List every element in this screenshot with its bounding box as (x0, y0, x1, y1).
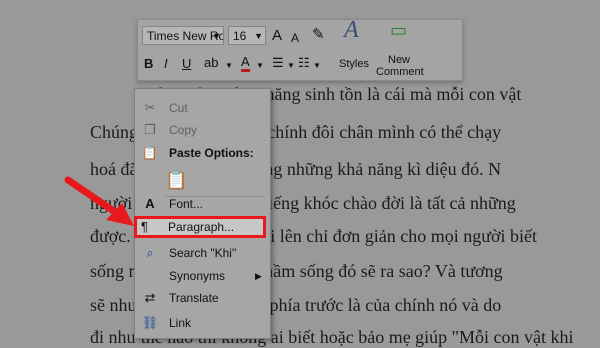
link-icon: ⛓ (141, 315, 159, 330)
paragraph-icon: ¶ (141, 219, 148, 234)
chevron-down-icon[interactable]: ▼ (256, 58, 264, 74)
menu-item-synonyms[interactable]: Synonyms ▶ (135, 265, 270, 287)
copy-icon: ❐ (144, 122, 156, 137)
menu-item-cut[interactable]: ✂ Cut (135, 97, 270, 119)
scissors-icon: ✂ (144, 100, 156, 115)
font-size-value: 16 (233, 29, 247, 43)
highlight-icon[interactable]: ab (204, 55, 218, 71)
chevron-down-icon[interactable]: ▼ (313, 58, 321, 74)
menu-item-search[interactable]: ⌕ Search "Khi" (135, 242, 270, 264)
chevron-down-icon[interactable]: ▼ (225, 58, 233, 74)
translate-icon: ⇄ (144, 290, 156, 305)
font-name-combo[interactable]: Times New Ro ▼ (142, 26, 224, 45)
chevron-down-icon: ▼ (212, 31, 221, 41)
clipboard-icon: 📋 (141, 145, 159, 160)
numbering-icon[interactable]: ☷ (298, 55, 310, 71)
red-arrow-icon (64, 176, 134, 226)
underline-button[interactable]: U (182, 56, 191, 72)
menu-item-font[interactable]: A Font... (135, 193, 270, 215)
bold-button[interactable]: B (144, 56, 153, 72)
search-icon: ⌕ (146, 245, 154, 260)
mini-toolbar: Times New Ro ▼ 16 ▼ A A ✎ A Styles ▭ New… (137, 18, 463, 81)
format-painter-icon[interactable]: ✎ (312, 27, 325, 43)
paste-options-header: 📋 Paste Options: (135, 142, 270, 164)
new-comment-icon[interactable]: ▭ (390, 21, 407, 39)
menu-item-translate[interactable]: ⇄ Translate (135, 287, 270, 309)
clipboard-icon: 📋 (165, 170, 188, 190)
italic-button[interactable]: I (164, 56, 168, 72)
styles-label[interactable]: Styles (339, 56, 369, 72)
font-color-button[interactable]: A (241, 55, 250, 72)
context-menu: ✂ Cut ❐ Copy 📋 Paste Options: 📋 A Font..… (134, 88, 271, 339)
styles-icon[interactable]: A (344, 18, 359, 42)
chevron-down-icon[interactable]: ▼ (287, 58, 295, 74)
font-icon: A (145, 196, 155, 211)
bullets-icon[interactable]: ☰ (272, 55, 284, 71)
shrink-font-button[interactable]: A (291, 30, 299, 46)
font-size-combo[interactable]: 16 ▼ (228, 26, 266, 45)
paste-keep-text-only-button[interactable]: 📋 (163, 167, 189, 193)
new-comment-line2[interactable]: Comment (376, 64, 424, 80)
menu-item-link[interactable]: ⛓ Link (135, 312, 270, 334)
chevron-right-icon: ▶ (255, 271, 262, 281)
highlighted-paragraph-label: Paragraph... (168, 220, 235, 234)
chevron-down-icon: ▼ (254, 31, 263, 41)
menu-item-copy[interactable]: ❐ Copy (135, 119, 270, 141)
paragraph-highlight-box: ¶ Paragraph... (134, 216, 266, 238)
grow-font-button[interactable]: A (272, 28, 282, 44)
